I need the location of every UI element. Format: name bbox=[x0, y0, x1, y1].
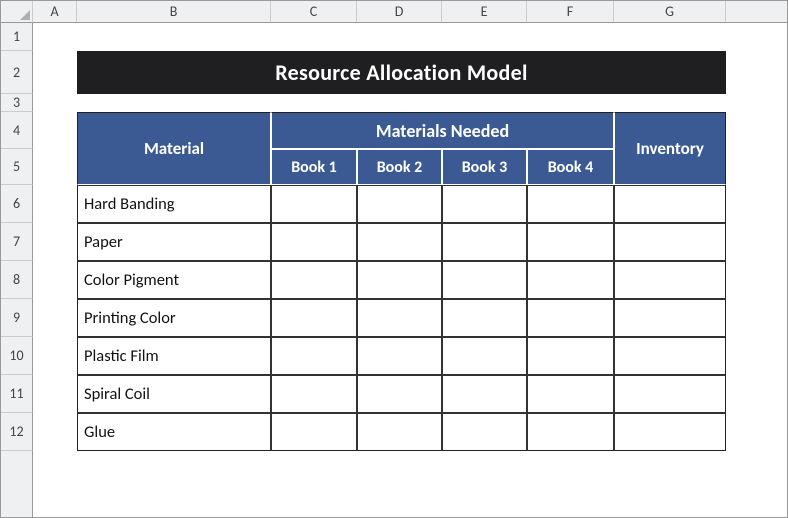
cell-material[interactable]: Glue bbox=[77, 413, 271, 451]
cell[interactable] bbox=[271, 223, 357, 261]
cell-material[interactable]: Printing Color bbox=[77, 299, 271, 337]
cell[interactable] bbox=[271, 299, 357, 337]
cell[interactable] bbox=[442, 413, 527, 451]
cell-material[interactable]: Spiral Coil bbox=[77, 375, 271, 413]
cell[interactable] bbox=[271, 261, 357, 299]
page-title: Resource Allocation Model bbox=[77, 51, 726, 94]
cell[interactable] bbox=[527, 223, 614, 261]
cell[interactable] bbox=[527, 375, 614, 413]
cell[interactable] bbox=[614, 413, 726, 451]
cell[interactable] bbox=[614, 185, 726, 223]
cell[interactable] bbox=[442, 185, 527, 223]
cell[interactable] bbox=[271, 413, 357, 451]
col-header-blank bbox=[726, 1, 787, 23]
header-book-1: Book 1 bbox=[271, 149, 357, 185]
col-header-D[interactable]: D bbox=[357, 1, 442, 23]
header-inventory: Inventory bbox=[614, 112, 726, 185]
cell[interactable] bbox=[614, 261, 726, 299]
cell-material[interactable]: Color Pigment bbox=[77, 261, 271, 299]
row-header-7[interactable]: 7 bbox=[1, 223, 33, 261]
header-book-3: Book 3 bbox=[442, 149, 527, 185]
header-book-2: Book 2 bbox=[357, 149, 442, 185]
cell[interactable] bbox=[614, 299, 726, 337]
cell[interactable] bbox=[527, 337, 614, 375]
row-header-9[interactable]: 9 bbox=[1, 299, 33, 337]
cell[interactable] bbox=[357, 261, 442, 299]
select-all-corner[interactable] bbox=[1, 1, 33, 23]
cell[interactable] bbox=[357, 337, 442, 375]
cell[interactable] bbox=[614, 337, 726, 375]
col-header-F[interactable]: F bbox=[527, 1, 614, 23]
cell[interactable] bbox=[357, 375, 442, 413]
cell[interactable] bbox=[527, 413, 614, 451]
header-materials-needed: Materials Needed bbox=[271, 112, 614, 149]
cell[interactable] bbox=[527, 261, 614, 299]
cell-material[interactable]: Plastic Film bbox=[77, 337, 271, 375]
row-header-10[interactable]: 10 bbox=[1, 337, 33, 375]
row-header-5[interactable]: 5 bbox=[1, 149, 33, 185]
header-material: Material bbox=[77, 112, 271, 185]
spreadsheet-grid[interactable]: A B C D E F G 1 2 3 4 5 6 7 8 9 10 11 12… bbox=[1, 1, 787, 517]
row-header-8[interactable]: 8 bbox=[1, 261, 33, 299]
cell[interactable] bbox=[442, 299, 527, 337]
cell[interactable] bbox=[442, 375, 527, 413]
cell[interactable] bbox=[442, 223, 527, 261]
cell[interactable] bbox=[357, 299, 442, 337]
cell[interactable] bbox=[271, 337, 357, 375]
col-header-E[interactable]: E bbox=[442, 1, 527, 23]
col-header-C[interactable]: C bbox=[271, 1, 357, 23]
cell[interactable] bbox=[442, 261, 527, 299]
cell[interactable] bbox=[527, 185, 614, 223]
row-header-12[interactable]: 12 bbox=[1, 413, 33, 451]
cell[interactable] bbox=[614, 375, 726, 413]
cell-material[interactable]: Paper bbox=[77, 223, 271, 261]
cell[interactable] bbox=[271, 375, 357, 413]
cell[interactable] bbox=[442, 337, 527, 375]
row-header-1[interactable]: 1 bbox=[1, 23, 33, 51]
cell[interactable] bbox=[614, 223, 726, 261]
col-header-G[interactable]: G bbox=[614, 1, 726, 23]
cell[interactable] bbox=[271, 185, 357, 223]
row-header-6[interactable]: 6 bbox=[1, 185, 33, 223]
cell[interactable] bbox=[357, 223, 442, 261]
header-book-4: Book 4 bbox=[527, 149, 614, 185]
cell-material[interactable]: Hard Banding bbox=[77, 185, 271, 223]
row-header-blank bbox=[1, 451, 33, 517]
row-header-11[interactable]: 11 bbox=[1, 375, 33, 413]
row-header-2[interactable]: 2 bbox=[1, 51, 33, 94]
col-header-A[interactable]: A bbox=[33, 1, 77, 23]
row-header-4[interactable]: 4 bbox=[1, 112, 33, 149]
cell[interactable] bbox=[357, 413, 442, 451]
cell[interactable] bbox=[527, 299, 614, 337]
col-header-B[interactable]: B bbox=[77, 1, 271, 23]
row-header-3[interactable]: 3 bbox=[1, 94, 33, 112]
cell[interactable] bbox=[357, 185, 442, 223]
